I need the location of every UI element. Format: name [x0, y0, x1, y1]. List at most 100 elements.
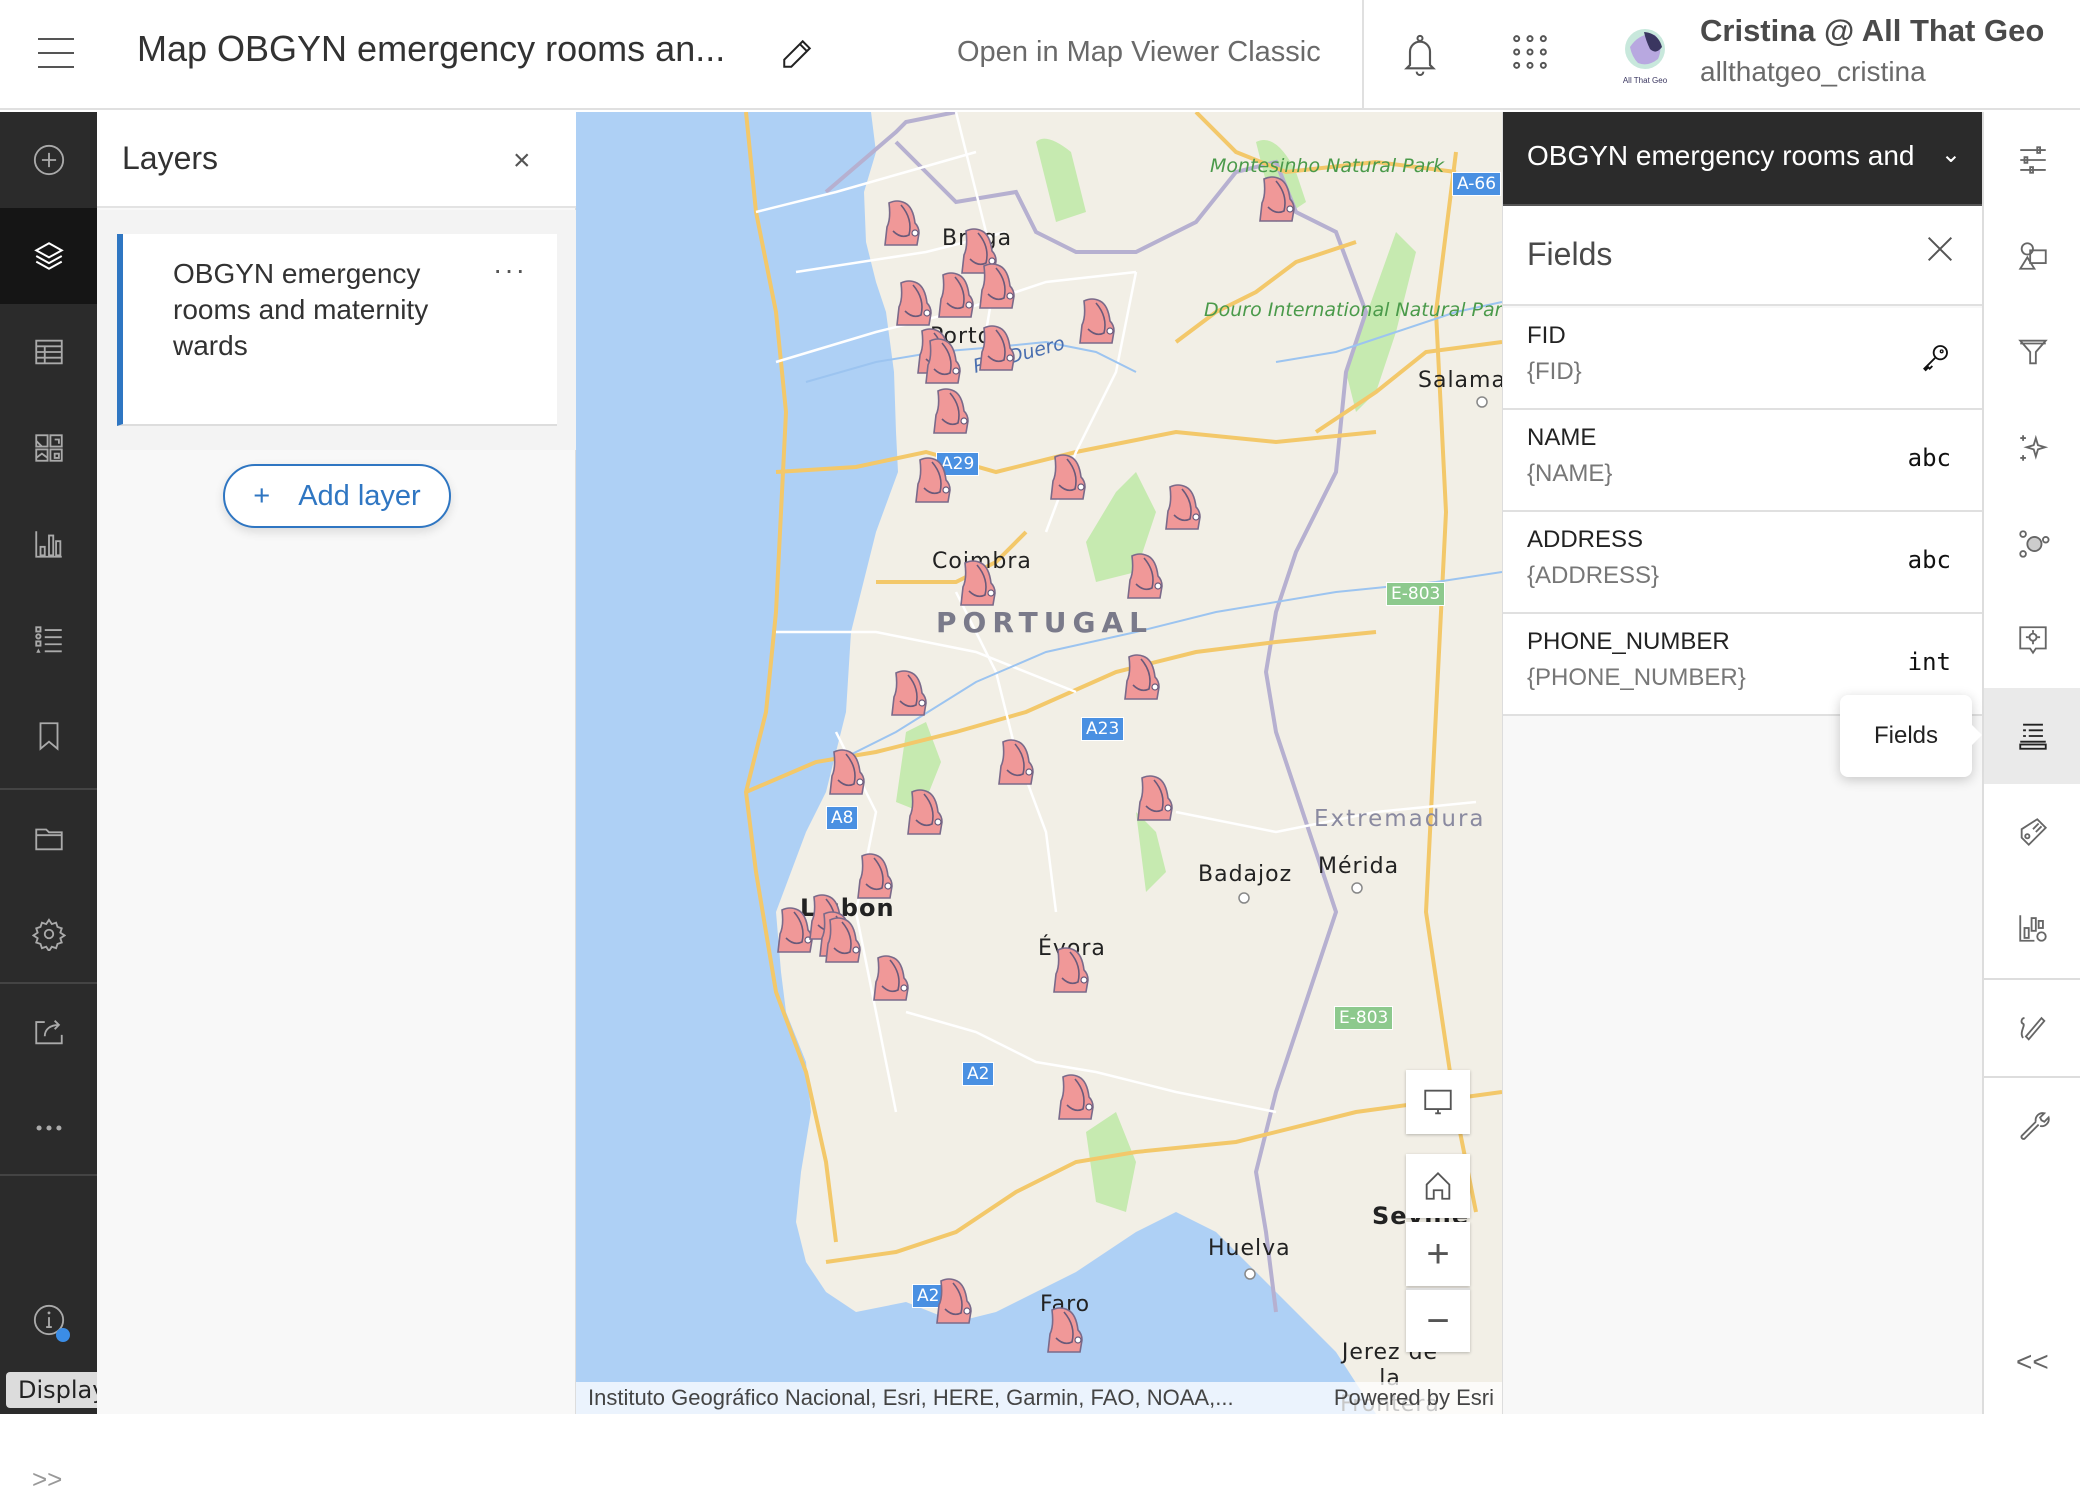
- layer-item[interactable]: OBGYN emergency rooms and maternity ward…: [117, 234, 557, 426]
- pencil-icon[interactable]: [780, 36, 814, 72]
- layers-panel-title: Layers: [122, 140, 219, 176]
- add-button[interactable]: [0, 112, 97, 208]
- bell-icon[interactable]: [1400, 33, 1440, 77]
- powered-by-esri[interactable]: Powered by Esri: [1334, 1382, 1494, 1414]
- road-shield: A2: [962, 1062, 995, 1086]
- user-display-name[interactable]: Cristina @ All That Geo: [1700, 13, 2044, 49]
- obgyn-marker[interactable]: [976, 262, 1020, 310]
- configure-popups-button[interactable]: [1984, 592, 2080, 688]
- obgyn-marker[interactable]: [957, 559, 1001, 607]
- charts-button[interactable]: [0, 496, 97, 592]
- obgyn-marker[interactable]: [822, 916, 866, 964]
- home-button[interactable]: [1406, 1154, 1470, 1218]
- park: [1086, 1112, 1136, 1212]
- share-button[interactable]: [0, 984, 97, 1080]
- wrench-icon: [2020, 1112, 2050, 1140]
- douro-park-label: Douro International Natural Park: [1204, 299, 1502, 321]
- field-row[interactable]: NAME {NAME} abc: [1503, 410, 1983, 512]
- fields-button[interactable]: [1984, 688, 2080, 784]
- obgyn-marker[interactable]: [912, 456, 956, 504]
- road-shield: A23: [1081, 717, 1125, 741]
- right-toolbar: <<: [1982, 112, 2080, 1414]
- attribution-text[interactable]: Instituto Geográfico Nacional, Esri, HER…: [588, 1385, 1234, 1410]
- layer-options-icon[interactable]: ···: [493, 254, 527, 286]
- cluster-icon: [2019, 530, 2050, 558]
- layers-icon: [33, 242, 64, 270]
- obgyn-marker[interactable]: [1256, 175, 1300, 223]
- obgyn-marker[interactable]: [1124, 552, 1168, 600]
- obgyn-marker[interactable]: [870, 954, 914, 1002]
- obgyn-marker[interactable]: [881, 199, 925, 247]
- sketch-button[interactable]: [1984, 980, 2080, 1076]
- obgyn-marker[interactable]: [995, 738, 1039, 786]
- bookmarks-button[interactable]: [0, 688, 97, 784]
- styles-button[interactable]: [1984, 208, 2080, 304]
- layer-name: OBGYN emergency rooms and maternity ward…: [173, 258, 429, 361]
- salamanca-label: Salama: [1418, 368, 1502, 393]
- field-row[interactable]: ADDRESS {ADDRESS} abc: [1503, 512, 1983, 614]
- add-layer-button[interactable]: + Add layer: [223, 464, 451, 528]
- park: [1136, 812, 1166, 892]
- basemap-button[interactable]: [0, 400, 97, 496]
- obgyn-marker[interactable]: [1044, 1306, 1088, 1354]
- map-view[interactable]: Montesinho Natural Park Douro Internatio…: [576, 112, 1502, 1414]
- obgyn-marker[interactable]: [888, 669, 932, 717]
- extremadura-label: Extremadura: [1314, 806, 1486, 832]
- obgyn-marker[interactable]: [1076, 297, 1120, 345]
- tools-button[interactable]: [1984, 1078, 2080, 1174]
- obgyn-marker[interactable]: [976, 324, 1020, 372]
- obgyn-marker[interactable]: [1050, 946, 1094, 994]
- avatar-caption: All That Geo: [1622, 76, 1668, 85]
- field-name: NAME: [1527, 424, 1597, 451]
- field-expression: {FID}: [1527, 358, 1582, 385]
- bookmark-icon: [39, 722, 58, 751]
- layer-list: OBGYN emergency rooms and maternity ward…: [97, 210, 576, 450]
- obgyn-marker[interactable]: [854, 852, 898, 900]
- properties-button[interactable]: [1984, 112, 2080, 208]
- zoom-out-button[interactable]: −: [1406, 1288, 1470, 1352]
- clustering-button[interactable]: [1984, 496, 2080, 592]
- layer-selector-dropdown[interactable]: OBGYN emergency rooms and ⌄: [1503, 112, 1983, 206]
- expand-toolbar-button[interactable]: >>: [32, 1464, 62, 1495]
- obgyn-marker[interactable]: [1055, 1073, 1099, 1121]
- obgyn-marker[interactable]: [904, 788, 948, 836]
- obgyn-marker[interactable]: [1162, 483, 1206, 531]
- fields-icon: [2019, 723, 2047, 750]
- settings-button[interactable]: [0, 886, 97, 982]
- huelva-label: Huelva: [1208, 1236, 1291, 1261]
- obgyn-marker[interactable]: [930, 387, 974, 435]
- fullscreen-button[interactable]: [1406, 1070, 1470, 1134]
- obgyn-marker[interactable]: [1121, 653, 1165, 701]
- more-button[interactable]: [0, 1080, 97, 1176]
- obgyn-marker[interactable]: [933, 1277, 977, 1325]
- labels-button[interactable]: [1984, 784, 2080, 880]
- filter-button[interactable]: [1984, 304, 2080, 400]
- obgyn-marker[interactable]: [1047, 453, 1091, 501]
- obgyn-marker[interactable]: [826, 748, 870, 796]
- fields-header: Fields: [1503, 206, 1983, 306]
- effects-button[interactable]: [1984, 400, 2080, 496]
- configure-charts-button[interactable]: [1984, 880, 2080, 976]
- obgyn-marker[interactable]: [1134, 774, 1178, 822]
- user-avatar[interactable]: All That Geo: [1620, 27, 1670, 87]
- portugal-label: PORTUGAL: [936, 606, 1153, 639]
- close-icon[interactable]: [1923, 232, 1957, 266]
- obgyn-marker[interactable]: [893, 279, 937, 327]
- more-icon: [36, 1125, 61, 1131]
- obgyn-marker[interactable]: [922, 337, 966, 385]
- map-properties-button[interactable]: [0, 790, 97, 886]
- obgyn-marker[interactable]: [935, 271, 979, 319]
- hamburger-menu-icon[interactable]: [38, 38, 74, 68]
- field-expression: {NAME}: [1527, 460, 1613, 487]
- collapse-toolbar-button[interactable]: <<: [2016, 1346, 2049, 1378]
- info-button[interactable]: [0, 1272, 97, 1368]
- layers-button[interactable]: [0, 208, 97, 304]
- open-in-map-viewer-classic-link[interactable]: Open in Map Viewer Classic: [957, 36, 1321, 69]
- zoom-in-button[interactable]: +: [1406, 1222, 1470, 1286]
- legend-button[interactable]: [0, 592, 97, 688]
- close-icon[interactable]: ×: [513, 144, 531, 178]
- tables-button[interactable]: [0, 304, 97, 400]
- road-shield: E-803: [1334, 1006, 1394, 1030]
- field-row[interactable]: FID {FID}: [1503, 308, 1983, 410]
- app-launcher-icon[interactable]: [1510, 32, 1550, 72]
